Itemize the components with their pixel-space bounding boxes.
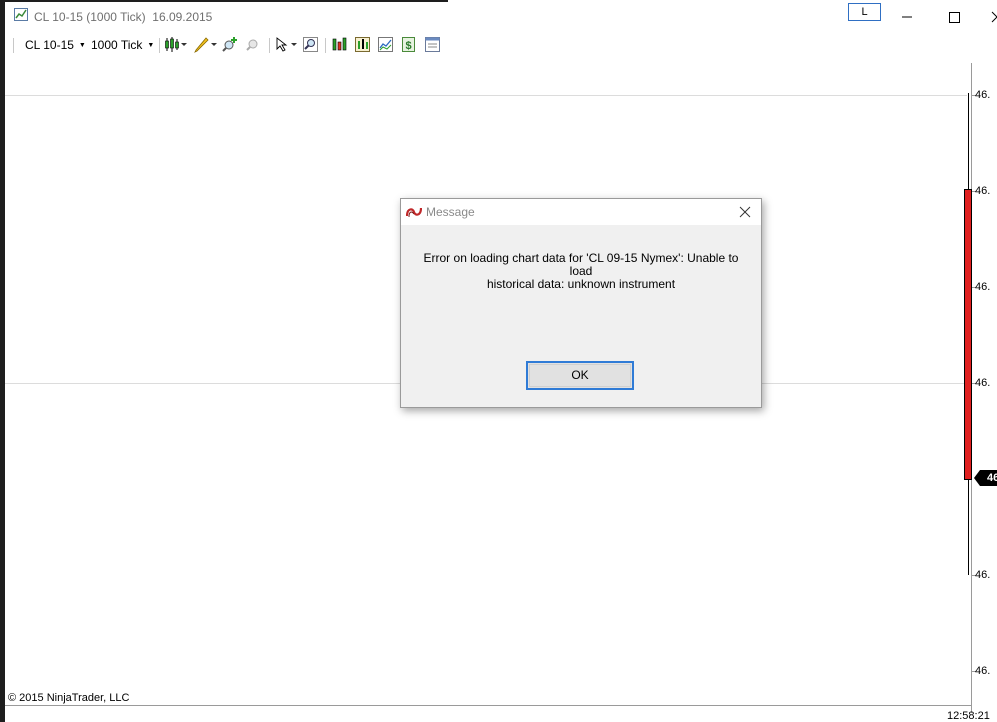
chevron-down-icon[interactable]	[211, 43, 217, 46]
price-label: 46.	[975, 377, 991, 389]
dialog-title-bar[interactable]: Message	[401, 199, 761, 225]
indicators-icon[interactable]	[331, 36, 348, 53]
chevron-down-icon: ▼	[147, 42, 155, 49]
window-title: CL 10-15 (1000 Tick) 16.09.2015	[34, 10, 213, 24]
chart-toolbar: CL 10-15 ▼ 1000 Tick ▼ $	[5, 32, 997, 57]
chevron-down-icon: ▼	[78, 42, 86, 49]
magnifier-icon[interactable]	[302, 36, 319, 53]
dialog-title: Message	[426, 205, 475, 219]
toolbar-separator	[325, 38, 326, 53]
chevron-down-icon[interactable]	[181, 43, 187, 46]
dollar-icon[interactable]: $	[401, 36, 416, 53]
grid-line	[5, 95, 967, 96]
price-label: 46.	[975, 185, 991, 197]
zoom-in-icon[interactable]	[222, 36, 239, 53]
title-bar[interactable]: CL 10-15 (1000 Tick) 16.09.2015 L	[5, 2, 997, 32]
ok-button[interactable]: OK	[526, 361, 634, 390]
price-label: 46.	[975, 89, 991, 101]
svg-text:$: $	[405, 40, 411, 52]
cursor-icon[interactable]	[275, 36, 290, 53]
chart-trader-icon[interactable]	[377, 36, 394, 53]
maximize-icon[interactable]	[942, 7, 966, 27]
instrument-label: CL 10-15	[25, 38, 74, 52]
instrument-selector[interactable]: CL 10-15 ▼	[25, 38, 86, 52]
drawing-tool-icon[interactable]	[193, 36, 210, 53]
time-label: 12:58:21	[947, 710, 990, 722]
dialog-message-line: Error on loading chart data for 'CL 09-1…	[423, 251, 739, 278]
properties-icon[interactable]	[424, 36, 441, 53]
toolbar-separator	[269, 38, 270, 53]
dialog-message-line: historical data: unknown instrument	[486, 277, 676, 291]
chart-app-icon	[14, 8, 28, 21]
last-price-marker: 46.	[974, 470, 997, 486]
toolbar-separator	[159, 38, 160, 53]
copyright-text: © 2015 NinjaTrader, LLC	[8, 692, 130, 704]
close-icon[interactable]	[737, 204, 753, 220]
dialog-message: Error on loading chart data for 'CL 09-1…	[411, 252, 751, 291]
ninjatrader-logo-icon	[406, 207, 422, 218]
link-button[interactable]: L	[848, 3, 881, 21]
strategies-icon[interactable]	[354, 36, 371, 53]
price-label: 46.	[975, 569, 991, 581]
interval-selector[interactable]: 1000 Tick ▼	[91, 38, 154, 52]
price-label: 46.	[975, 665, 991, 677]
chevron-down-icon[interactable]	[291, 43, 297, 46]
zoom-out-icon[interactable]	[245, 36, 262, 53]
time-axis[interactable]	[5, 705, 972, 706]
minimize-icon[interactable]	[895, 7, 919, 27]
bar-type-icon[interactable]	[164, 36, 180, 53]
candle-body[interactable]	[964, 189, 972, 480]
toolbar-grip	[13, 38, 14, 53]
interval-label: 1000 Tick	[91, 38, 143, 52]
close-icon[interactable]	[985, 7, 997, 27]
price-label: 46.	[975, 281, 991, 293]
message-dialog: Message Error on loading chart data for …	[400, 198, 762, 408]
